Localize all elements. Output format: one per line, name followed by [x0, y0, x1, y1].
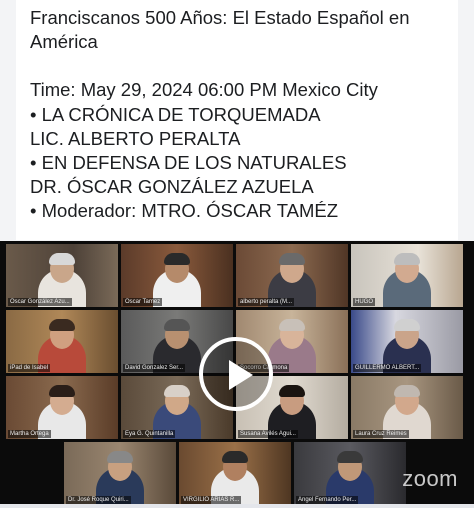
- participant-name: Óscar Tamez: [123, 298, 163, 306]
- participant-name: Angel Fernando Per...: [296, 496, 359, 504]
- post-card: Franciscanos 500 Años: El Estado Español…: [16, 0, 458, 240]
- post-title: Franciscanos 500 Años: El Estado Español…: [30, 7, 410, 53]
- play-icon: [229, 360, 253, 390]
- participant-tile: Laura Cruz Reimes: [351, 376, 463, 439]
- talk-1-speaker: LIC. ALBERTO PERALTA: [30, 127, 241, 149]
- moderator: • Moderador: MTRO. ÓSCAR TAMÉZ: [30, 200, 339, 222]
- participant-name: Laura Cruz Reimes: [353, 430, 409, 438]
- participant-name: David Gonzalez Ser...: [123, 364, 186, 372]
- talk-2-title: • EN DEFENSA DE LOS NATURALES: [30, 152, 347, 174]
- participant-name: GUILLERMO ALBERT...: [353, 364, 422, 372]
- participant-name: Eya G. Quintanilla: [123, 430, 176, 438]
- participant-name: alberto peralta (M...: [238, 298, 295, 306]
- participant-tile: Martha Ortega: [6, 376, 118, 439]
- participant-tile: alberto peralta (M...: [236, 244, 348, 307]
- participant-tile-active: HUGO: [351, 244, 463, 307]
- participant-name: iPad de Isabel: [8, 364, 51, 372]
- participant-tile: VIRGILIO ARIAS R...: [179, 442, 291, 504]
- participant-tile: Angel Fernando Per...: [294, 442, 406, 504]
- participant-tile: GUILLERMO ALBERT...: [351, 310, 463, 373]
- play-button[interactable]: [199, 337, 273, 411]
- event-time: Time: May 29, 2024 06:00 PM Mexico City: [30, 79, 378, 101]
- participant-name: Martha Ortega: [8, 430, 51, 438]
- participant-tile: Óscar Tamez: [121, 244, 233, 307]
- participant-tile: iPad de Isabel: [6, 310, 118, 373]
- video-player[interactable]: Óscar González Azu... Óscar Tamez albert…: [0, 241, 474, 504]
- participant-name: VIRGILIO ARIAS R...: [181, 496, 242, 504]
- zoom-logo: zoom: [402, 466, 458, 491]
- participant-name: Susana Avilés Agui...: [238, 430, 298, 438]
- participant-tile: Dr. José Roque Quiri...: [64, 442, 176, 504]
- post-text: Franciscanos 500 Años: El Estado Español…: [30, 6, 454, 224]
- talk-2-speaker: DR. ÓSCAR GONZÁLEZ AZUELA: [30, 176, 314, 198]
- divider: [0, 504, 474, 508]
- talk-1-title: • LA CRÓNICA DE TORQUEMADA: [30, 103, 321, 125]
- participant-name: Óscar González Azu...: [8, 298, 72, 306]
- participant-tile: Óscar González Azu...: [6, 244, 118, 307]
- participant-name: Dr. José Roque Quiri...: [66, 496, 131, 504]
- participant-name: HUGO: [353, 298, 375, 306]
